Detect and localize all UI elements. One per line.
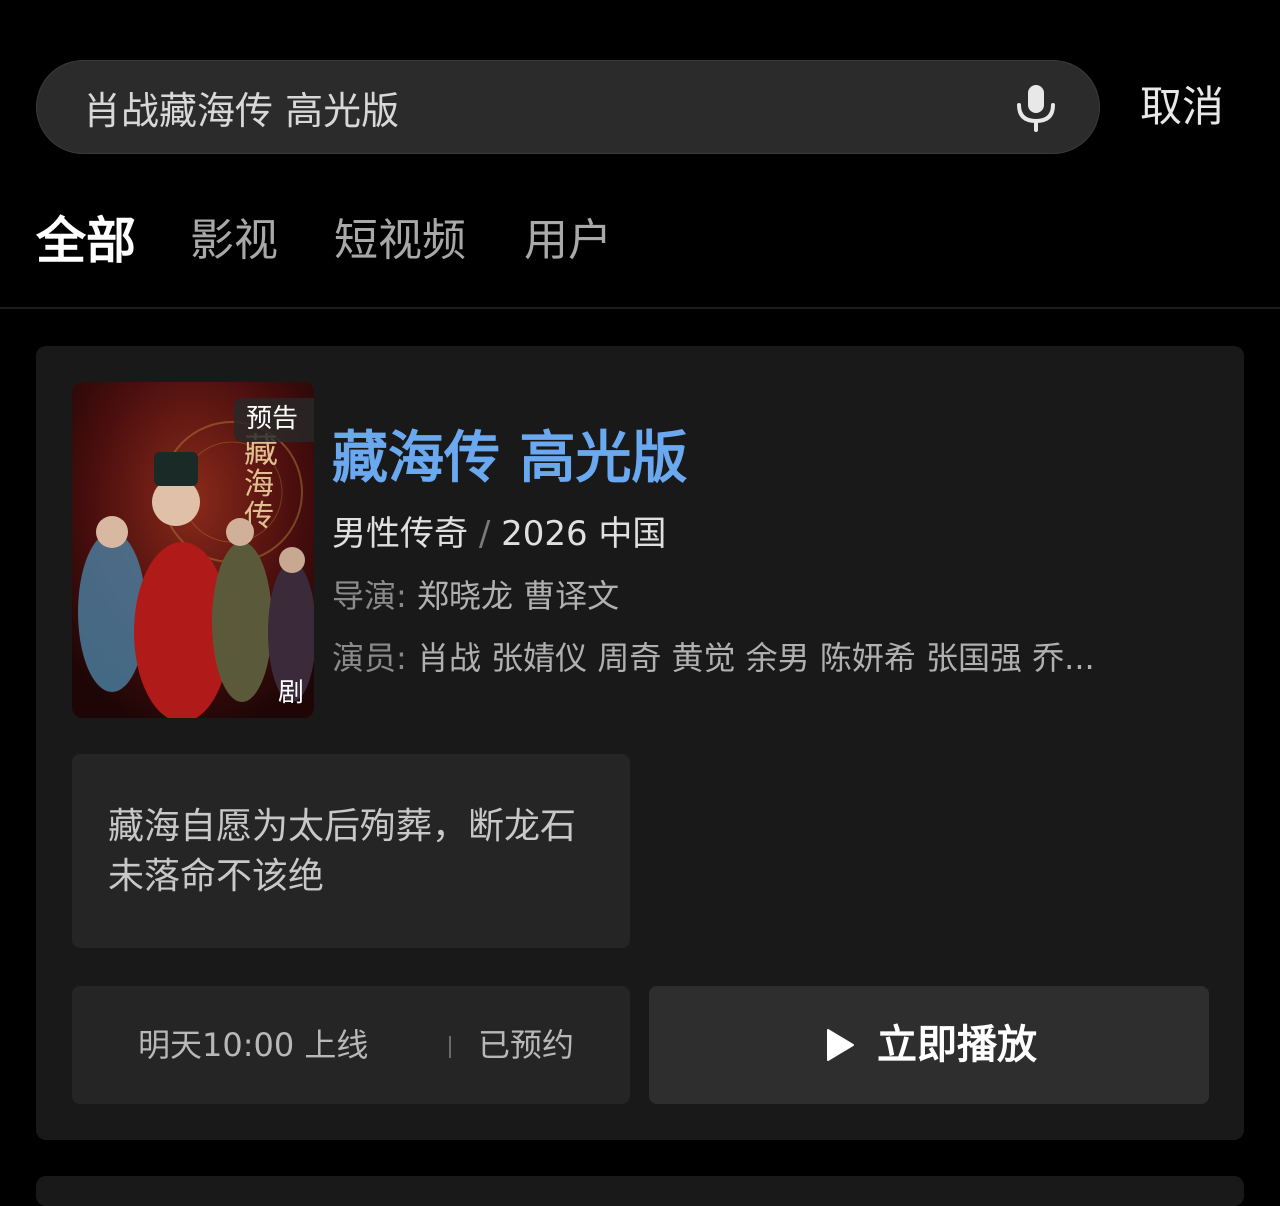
play-icon bbox=[827, 1029, 854, 1061]
cast: 肖战 张婧仪 周奇 黄觉 余男 陈妍希 张国强 乔... bbox=[416, 639, 1095, 677]
tab-bar: 全部 影视 短视频 用户 bbox=[0, 206, 1280, 276]
next-result-card[interactable] bbox=[36, 1176, 1244, 1206]
schedule-box[interactable]: 明天10:00 上线 已预约 bbox=[72, 986, 630, 1104]
director-label: 导演: bbox=[332, 577, 407, 615]
svg-text:海: 海 bbox=[244, 467, 274, 502]
microphone-icon[interactable] bbox=[1013, 83, 1059, 133]
directors: 郑晓龙 曹译文 bbox=[416, 577, 620, 615]
search-bar[interactable] bbox=[36, 60, 1100, 154]
year-region: 2026 中国 bbox=[501, 514, 667, 554]
schedule-divider bbox=[449, 1036, 451, 1058]
schedule-text: 明天10:00 上线 bbox=[138, 1026, 369, 1064]
cast-label: 演员: bbox=[332, 639, 407, 677]
tab-divider bbox=[0, 307, 1280, 309]
reserved-button[interactable]: 已预约 bbox=[478, 1024, 574, 1066]
tab-all[interactable]: 全部 bbox=[36, 206, 136, 276]
tab-film-tv[interactable]: 影视 bbox=[190, 206, 278, 276]
separator: / bbox=[478, 514, 491, 554]
poster-corner-label: 剧 bbox=[277, 678, 304, 708]
poster-image[interactable]: 藏 海 传 预告 剧 bbox=[72, 382, 314, 718]
result-title[interactable]: 藏海传 高光版 bbox=[332, 424, 688, 494]
poster-badge: 预告 bbox=[233, 398, 314, 442]
genre: 男性传奇 bbox=[332, 514, 468, 554]
cast-line: 演员: 肖战 张婧仪 周奇 黄觉 余男 陈妍希 张国强 乔... bbox=[332, 636, 1192, 680]
play-now-button[interactable]: 立即播放 bbox=[649, 986, 1209, 1104]
play-now-label: 立即播放 bbox=[877, 1022, 1037, 1068]
tab-short-video[interactable]: 短视频 bbox=[334, 206, 466, 276]
cancel-button[interactable]: 取消 bbox=[1140, 78, 1224, 136]
highlight-text: 藏海自愿为太后殉葬，断龙石未落命不该绝 bbox=[108, 806, 577, 897]
tab-users[interactable]: 用户 bbox=[524, 206, 612, 276]
result-card[interactable]: 藏 海 传 预告 剧 藏海传 高光版 男性传奇 / 2026 中国 导演: 郑晓… bbox=[36, 346, 1244, 1140]
search-input[interactable] bbox=[83, 61, 963, 153]
highlight-box[interactable]: 藏海自愿为太后殉葬，断龙石未落命不该绝 bbox=[72, 754, 630, 948]
director-line: 导演: 郑晓龙 曹译文 bbox=[332, 574, 1192, 618]
genre-line: 男性传奇 / 2026 中国 bbox=[332, 512, 666, 556]
